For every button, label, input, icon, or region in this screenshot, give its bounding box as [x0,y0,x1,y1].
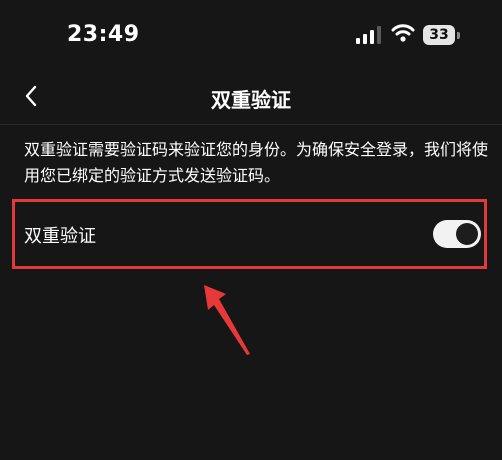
signal-icon [356,26,381,44]
two-factor-setting-row: 双重验证 [0,206,502,264]
battery-icon: 33 [423,25,461,45]
setting-label: 双重验证 [24,226,96,247]
red-arrow-icon [204,285,250,355]
page-title: 双重验证 [211,88,291,112]
nav-divider [0,124,502,125]
status-time: 23:49 [67,22,140,47]
nav-bar: 双重验证 [0,70,502,124]
toggle-knob [456,223,478,245]
description-text: 双重验证需要验证码来验证您的身份。为确保安全登录，我们将使用您已绑定的验证方式发… [24,140,489,185]
battery-level: 33 [423,25,455,45]
status-bar: 23:49 33 [0,0,502,70]
battery-tip [457,32,460,39]
two-factor-toggle[interactable] [433,220,481,248]
wifi-icon [391,24,415,42]
